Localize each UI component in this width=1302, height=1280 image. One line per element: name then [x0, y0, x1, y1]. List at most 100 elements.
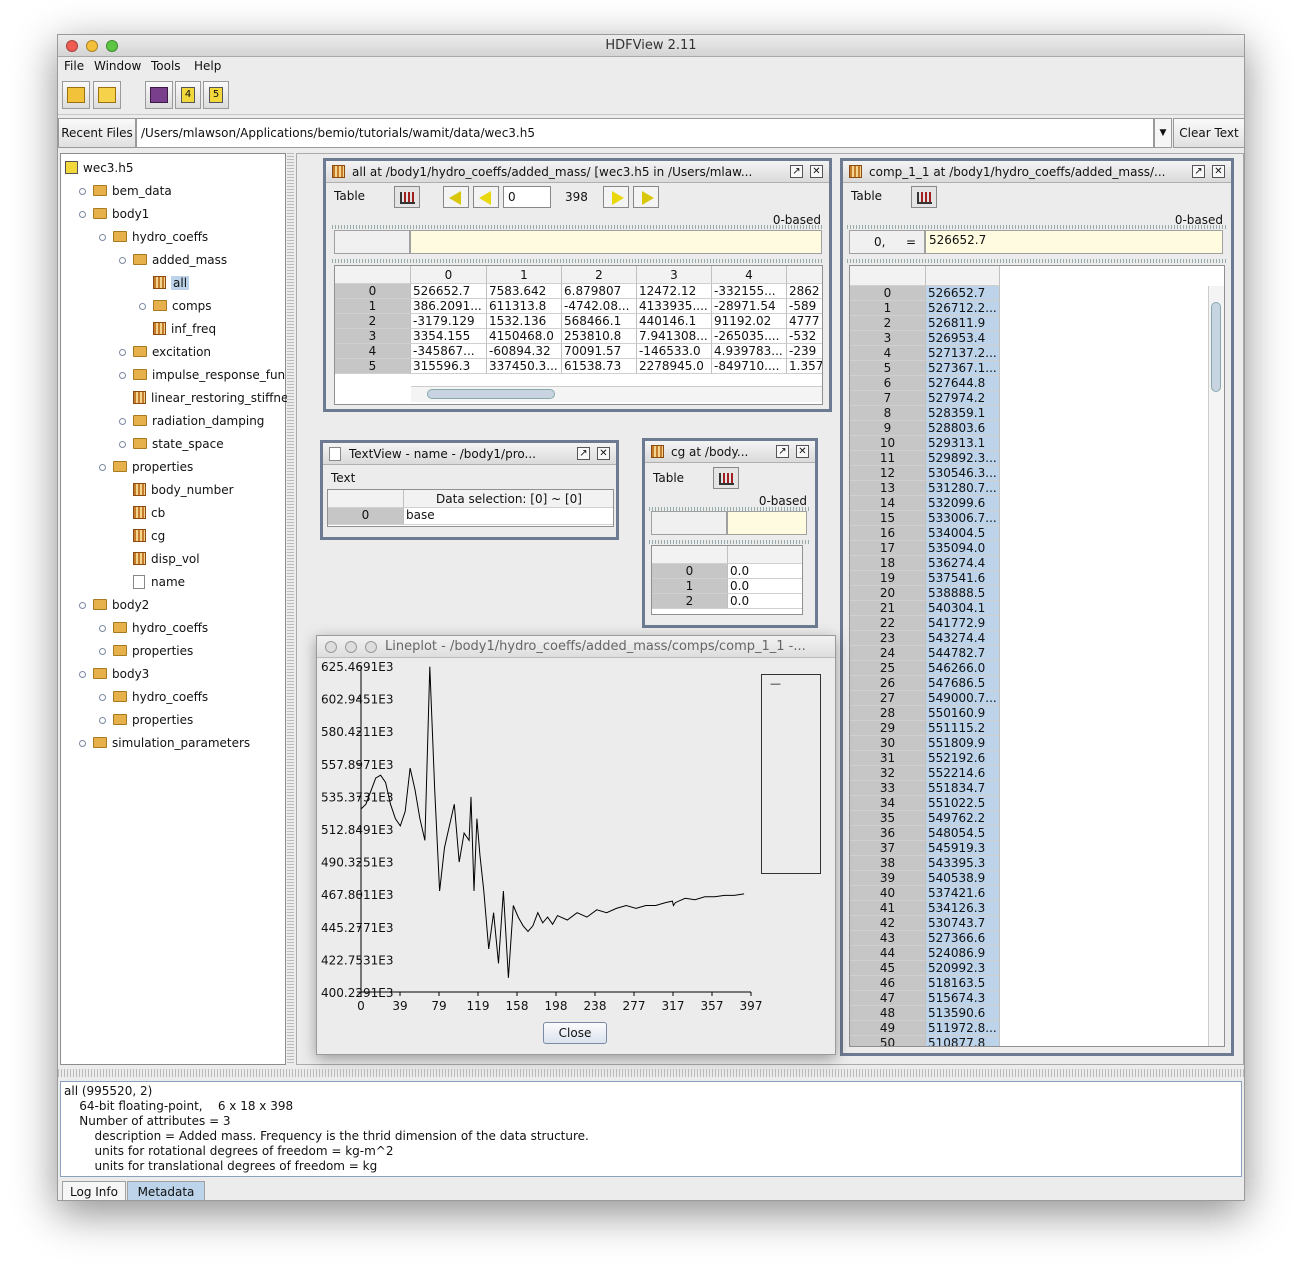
recent-files-button[interactable]: Recent Files: [58, 118, 136, 148]
cg-window-titlebar[interactable]: cg at /body... ↗ ✕: [645, 441, 815, 463]
table-cell[interactable]: -332155...: [712, 284, 787, 299]
table-cell[interactable]: 546266.0: [926, 661, 1000, 676]
hdf4-help-button[interactable]: 4: [175, 81, 201, 109]
table-cell[interactable]: -60894.32: [487, 344, 562, 359]
expand-toggle-icon[interactable]: [119, 257, 126, 264]
table-cell[interactable]: 536274.4: [926, 556, 1000, 571]
table-cell[interactable]: 12472.12: [637, 284, 712, 299]
vertical-scrollbar[interactable]: [1208, 286, 1224, 1046]
table-cell[interactable]: 551809.9: [926, 736, 1000, 751]
expand-toggle-icon[interactable]: [139, 303, 146, 310]
table-cell[interactable]: 70091.57: [562, 344, 637, 359]
tree-node[interactable]: cb: [133, 503, 165, 523]
page-number-input[interactable]: 0: [503, 186, 551, 208]
minimize-window-icon[interactable]: [86, 40, 98, 52]
table-cell[interactable]: 337450.3...: [487, 359, 562, 374]
table-cell[interactable]: 511972.8...: [926, 1021, 1000, 1036]
close-icon[interactable]: ✕: [597, 447, 610, 460]
table-cell[interactable]: 526953.4: [926, 331, 1000, 346]
expand-toggle-icon[interactable]: [99, 717, 106, 724]
table-cell[interactable]: 551834.7: [926, 781, 1000, 796]
zoom-window-icon[interactable]: [365, 641, 377, 653]
table-cell[interactable]: 611313.8: [487, 299, 562, 314]
tab-log-info[interactable]: Log Info: [62, 1181, 126, 1200]
expand-toggle-icon[interactable]: [119, 349, 126, 356]
expand-toggle-icon[interactable]: [99, 234, 106, 241]
expand-toggle-icon[interactable]: [119, 441, 126, 448]
detach-icon[interactable]: ↗: [1192, 165, 1205, 178]
table-cell[interactable]: 518163.5: [926, 976, 1000, 991]
expand-toggle-icon[interactable]: [119, 372, 126, 379]
table-cell[interactable]: 537541.6: [926, 571, 1000, 586]
zoom-window-icon[interactable]: [106, 40, 118, 52]
table-cell[interactable]: 552192.6: [926, 751, 1000, 766]
table-cell[interactable]: 1.357: [787, 359, 822, 374]
table-cell[interactable]: 551115.2: [926, 721, 1000, 736]
table-cell[interactable]: 6.879807: [562, 284, 637, 299]
textview-window-titlebar[interactable]: TextView - name - /body1/pro... ↗ ✕: [323, 443, 616, 465]
table-menu[interactable]: Table: [851, 189, 882, 203]
expand-toggle-icon[interactable]: [99, 464, 106, 471]
table-cell[interactable]: 537421.6: [926, 886, 1000, 901]
table-cell[interactable]: -239: [787, 344, 822, 359]
table-cell[interactable]: -28971.54: [712, 299, 787, 314]
close-window-icon[interactable]: [325, 641, 337, 653]
table-cell[interactable]: 540304.1: [926, 601, 1000, 616]
tree-node[interactable]: hydro_coeffs: [99, 227, 208, 247]
tree-node[interactable]: body3: [79, 664, 149, 684]
tree-node[interactable]: state_space: [119, 434, 224, 454]
file-path-input[interactable]: /Users/mlawson/Applications/bemio/tutori…: [136, 118, 1154, 148]
table-cell[interactable]: 530546.3...: [926, 466, 1000, 481]
table-cell[interactable]: 4133935....: [637, 299, 712, 314]
chevron-down-icon[interactable]: ▼: [1154, 118, 1172, 148]
previous-page-button[interactable]: [473, 186, 499, 208]
tree-node[interactable]: simulation_parameters: [79, 733, 250, 753]
split-pane-divider[interactable]: [58, 1069, 1244, 1077]
text-value-cell[interactable]: base: [404, 508, 613, 525]
scrollbar-thumb[interactable]: [427, 389, 555, 399]
table-cell[interactable]: 552214.6: [926, 766, 1000, 781]
open-file-button[interactable]: [62, 81, 90, 109]
table-cell[interactable]: 534004.5: [926, 526, 1000, 541]
table-cell[interactable]: 540538.9: [926, 871, 1000, 886]
tree-node[interactable]: disp_vol: [133, 549, 200, 569]
tree-node[interactable]: radiation_damping: [119, 411, 264, 431]
all-window-titlebar[interactable]: all at /body1/hydro_coeffs/added_mass/ […: [326, 161, 829, 183]
cell-value-field[interactable]: [727, 511, 807, 535]
cell-value-field[interactable]: 526652.7: [925, 230, 1223, 254]
tree-node[interactable]: wec3.h5: [65, 158, 133, 178]
table-cell[interactable]: 0.0: [728, 579, 802, 594]
table-cell[interactable]: 538888.5: [926, 586, 1000, 601]
table-cell[interactable]: 2862: [787, 284, 822, 299]
table-cell[interactable]: -849710....: [712, 359, 787, 374]
tree-node[interactable]: body2: [79, 595, 149, 615]
table-cell[interactable]: 529892.3...: [926, 451, 1000, 466]
table-cell[interactable]: 543274.4: [926, 631, 1000, 646]
expand-toggle-icon[interactable]: [119, 418, 126, 425]
table-cell[interactable]: 1532.136: [487, 314, 562, 329]
cell-value-field[interactable]: [410, 230, 822, 254]
chart-button[interactable]: [713, 467, 739, 489]
table-cell[interactable]: -345867...: [411, 344, 487, 359]
close-icon[interactable]: ✕: [810, 165, 823, 178]
table-cell[interactable]: 527974.2: [926, 391, 1000, 406]
tree-node[interactable]: hydro_coeffs: [99, 687, 208, 707]
table-menu[interactable]: Table: [653, 471, 684, 485]
table-cell[interactable]: 4.939783...: [712, 344, 787, 359]
clear-text-button[interactable]: Clear Text: [1173, 118, 1244, 148]
tree-node[interactable]: hydro_coeffs: [99, 618, 208, 638]
tree-node[interactable]: properties: [99, 457, 193, 477]
table-cell[interactable]: 527366.6: [926, 931, 1000, 946]
tree-node[interactable]: linear_restoring_stiffness: [133, 388, 287, 408]
all-data-table[interactable]: 0 1 2 3 4 0 526652.7 7583.642 6.879807 12472.12 -3…: [334, 265, 823, 405]
table-cell[interactable]: 520992.3: [926, 961, 1000, 976]
table-cell[interactable]: -146533.0: [637, 344, 712, 359]
comp-window-titlebar[interactable]: comp_1_1 at /body1/hydro_coeffs/added_ma…: [843, 161, 1231, 183]
table-cell[interactable]: 528359.1: [926, 406, 1000, 421]
tree-node[interactable]: impulse_response_fun: [119, 365, 285, 385]
table-cell[interactable]: -265035....: [712, 329, 787, 344]
table-cell[interactable]: 253810.8: [562, 329, 637, 344]
table-cell[interactable]: 526652.7: [411, 284, 487, 299]
table-cell[interactable]: 515674.3: [926, 991, 1000, 1006]
table-cell[interactable]: 548054.5: [926, 826, 1000, 841]
